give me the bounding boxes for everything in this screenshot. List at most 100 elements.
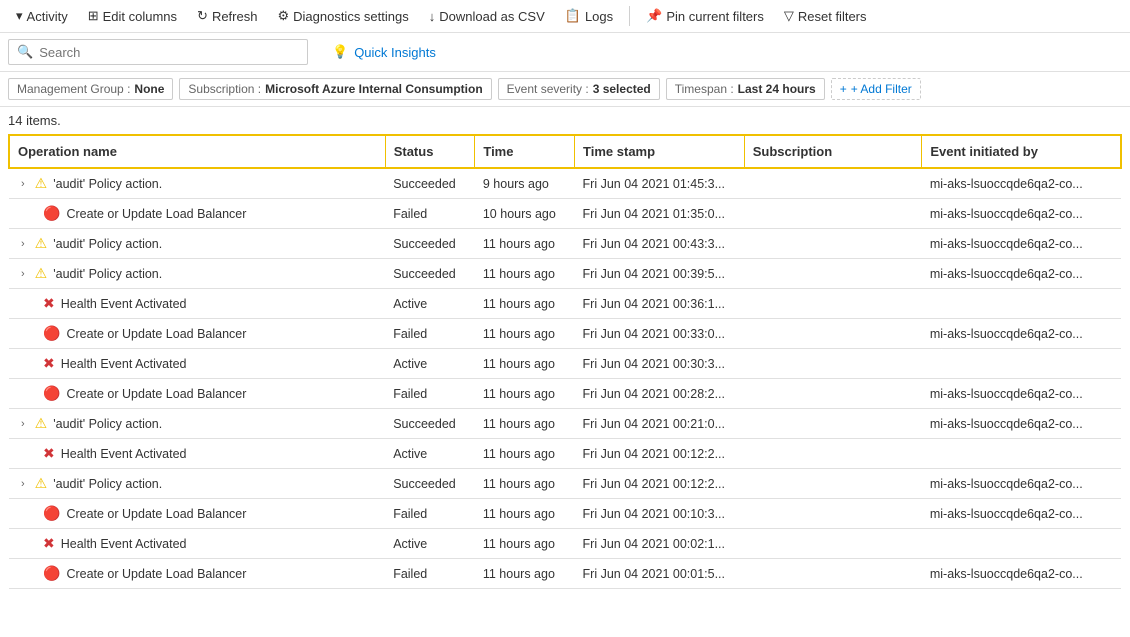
status-value: Failed (393, 327, 427, 341)
quick-insights-button[interactable]: 💡 Quick Insights (324, 40, 444, 64)
operation-name: Create or Update Load Balancer (66, 507, 246, 521)
initiated-by-cell: mi-aks-lsuoccqde6qa2-co... (922, 168, 1121, 199)
search-icon: 🔍 (17, 44, 33, 60)
edit-columns-label: Edit columns (103, 9, 177, 24)
time-cell: 11 hours ago (475, 499, 575, 529)
initiated-by-value: mi-aks-lsuoccqde6qa2-co... (930, 477, 1083, 491)
initiated-by-cell: mi-aks-lsuoccqde6qa2-co... (922, 499, 1121, 529)
table-container: Operation name Status Time Time stamp Su… (0, 134, 1130, 589)
subscription-label: Subscription : (188, 82, 261, 96)
pin-filters-button[interactable]: 📌 Pin current filters (638, 4, 772, 28)
filter-row: Management Group : None Subscription : M… (0, 72, 1130, 107)
status-value: Active (393, 357, 427, 371)
time-value: 11 hours ago (483, 567, 555, 581)
table-row: ✖ Health Event Activated Active 11 hours… (9, 529, 1121, 559)
subscription-cell (744, 229, 922, 259)
add-filter-icon: + (840, 82, 847, 96)
subscription-filter[interactable]: Subscription : Microsoft Azure Internal … (179, 78, 491, 100)
management-group-filter[interactable]: Management Group : None (8, 78, 173, 100)
operation-name-cell: › ⚠ 'audit' Policy action. (9, 259, 385, 289)
expand-button[interactable]: › (17, 178, 29, 190)
diagnostics-button[interactable]: ⚙ Diagnostics settings (269, 4, 416, 28)
col-status[interactable]: Status (385, 135, 475, 168)
initiated-by-cell: mi-aks-lsuoccqde6qa2-co... (922, 229, 1121, 259)
time-value: 11 hours ago (483, 477, 555, 491)
edit-columns-icon: ⊞ (88, 8, 99, 24)
reset-filters-button[interactable]: ▽ Reset filters (776, 4, 875, 28)
expand-button[interactable]: › (17, 238, 29, 250)
download-icon: ↓ (429, 9, 436, 24)
timestamp-cell: Fri Jun 04 2021 00:28:2... (575, 379, 745, 409)
timestamp-cell: Fri Jun 04 2021 00:21:0... (575, 409, 745, 439)
error-x-icon: ✖ (43, 295, 55, 312)
status-cell: Active (385, 529, 475, 559)
time-value: 11 hours ago (483, 507, 555, 521)
timestamp-cell: Fri Jun 04 2021 00:30:3... (575, 349, 745, 379)
initiated-by-value: mi-aks-lsuoccqde6qa2-co... (930, 327, 1083, 341)
event-severity-filter[interactable]: Event severity : 3 selected (498, 78, 660, 100)
subscription-cell (744, 379, 922, 409)
timestamp-value: Fri Jun 04 2021 00:21:0... (583, 417, 725, 431)
timestamp-cell: Fri Jun 04 2021 00:12:2... (575, 439, 745, 469)
col-time[interactable]: Time (475, 135, 575, 168)
timestamp-cell: Fri Jun 04 2021 00:02:1... (575, 529, 745, 559)
management-group-label: Management Group : (17, 82, 130, 96)
timespan-filter[interactable]: Timespan : Last 24 hours (666, 78, 825, 100)
search-input[interactable] (39, 45, 299, 60)
logs-label: Logs (585, 9, 613, 24)
expand-button[interactable]: › (17, 478, 29, 490)
timestamp-cell: Fri Jun 04 2021 00:01:5... (575, 559, 745, 589)
time-cell: 11 hours ago (475, 319, 575, 349)
timestamp-value: Fri Jun 04 2021 00:36:1... (583, 297, 725, 311)
status-value: Active (393, 297, 427, 311)
add-filter-label: + Add Filter (851, 82, 912, 96)
timestamp-value: Fri Jun 04 2021 00:43:3... (583, 237, 725, 251)
status-cell: Failed (385, 199, 475, 229)
refresh-button[interactable]: ↻ Refresh (189, 4, 265, 28)
operation-name: Create or Update Load Balancer (66, 327, 246, 341)
subscription-cell (744, 409, 922, 439)
subscription-cell (744, 439, 922, 469)
time-value: 11 hours ago (483, 447, 555, 461)
refresh-label: Refresh (212, 9, 258, 24)
timestamp-cell: Fri Jun 04 2021 00:36:1... (575, 289, 745, 319)
status-cell: Active (385, 349, 475, 379)
operation-name: Health Event Activated (61, 357, 187, 371)
status-cell: Failed (385, 499, 475, 529)
expand-button[interactable]: › (17, 268, 29, 280)
col-operation-name[interactable]: Operation name (9, 135, 385, 168)
timespan-label: Timespan : (675, 82, 734, 96)
table-row: 🔴 Create or Update Load Balancer Failed … (9, 379, 1121, 409)
status-value: Failed (393, 567, 427, 581)
operation-name-cell: › ⚠ 'audit' Policy action. (9, 409, 385, 439)
warning-icon: ⚠ (35, 265, 48, 282)
operation-name-cell: › ⚠ 'audit' Policy action. (9, 168, 385, 199)
col-initiated-by[interactable]: Event initiated by (922, 135, 1121, 168)
status-value: Failed (393, 507, 427, 521)
table-row: ✖ Health Event Activated Active 11 hours… (9, 349, 1121, 379)
timestamp-value: Fri Jun 04 2021 00:39:5... (583, 267, 725, 281)
operation-name: 'audit' Policy action. (53, 237, 162, 251)
toolbar-separator (629, 6, 630, 26)
expand-button[interactable]: › (17, 418, 29, 430)
operation-name-cell: 🔴 Create or Update Load Balancer (9, 499, 385, 529)
col-subscription[interactable]: Subscription (744, 135, 922, 168)
error-x-icon: ✖ (43, 445, 55, 462)
col-timestamp[interactable]: Time stamp (575, 135, 745, 168)
edit-columns-button[interactable]: ⊞ Edit columns (80, 4, 185, 28)
activity-button[interactable]: ▾ Activity (8, 4, 76, 28)
download-button[interactable]: ↓ Download as CSV (421, 5, 553, 28)
time-value: 11 hours ago (483, 267, 555, 281)
table-row: › ⚠ 'audit' Policy action. Succeeded 11 … (9, 229, 1121, 259)
time-cell: 9 hours ago (475, 168, 575, 199)
timestamp-cell: Fri Jun 04 2021 00:39:5... (575, 259, 745, 289)
add-filter-button[interactable]: + + Add Filter (831, 78, 921, 100)
error-icon: 🔴 (43, 385, 60, 402)
refresh-icon: ↻ (197, 8, 208, 24)
warning-icon: ⚠ (35, 235, 48, 252)
operation-name-cell: 🔴 Create or Update Load Balancer (9, 559, 385, 589)
initiated-by-cell: mi-aks-lsuoccqde6qa2-co... (922, 319, 1121, 349)
operation-name: Health Event Activated (61, 297, 187, 311)
status-cell: Failed (385, 319, 475, 349)
logs-button[interactable]: 📋 Logs (557, 4, 621, 28)
